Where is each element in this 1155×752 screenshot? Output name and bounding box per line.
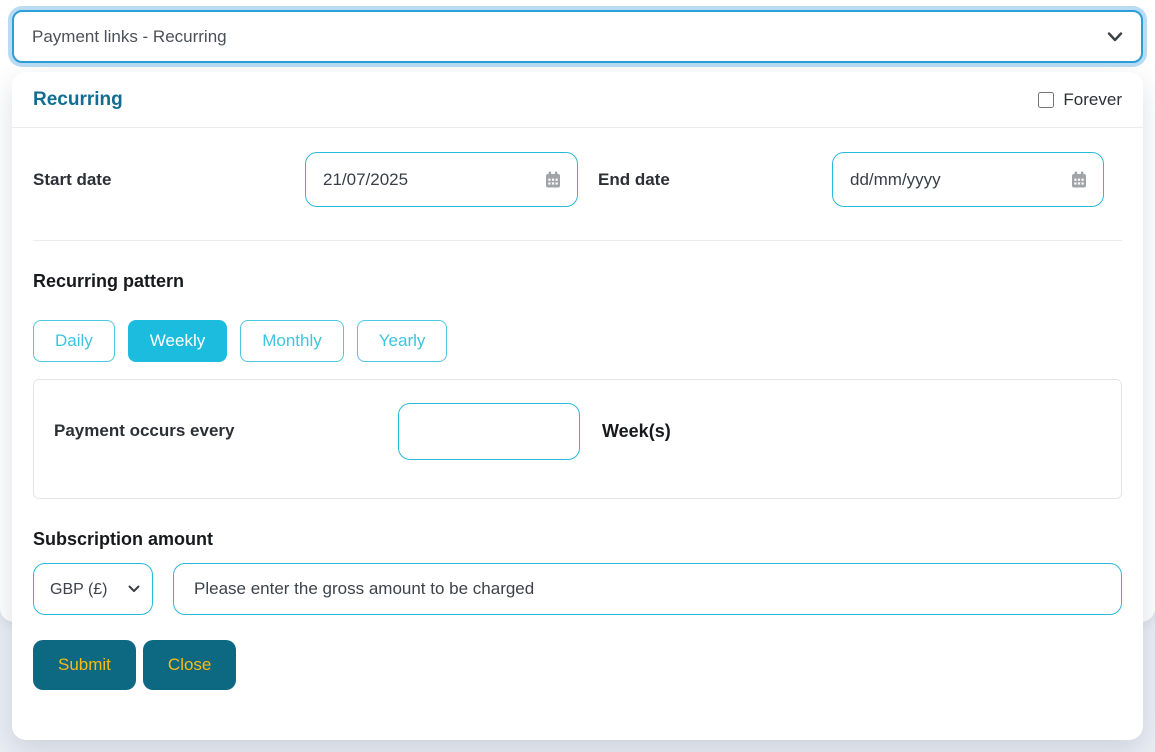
close-button[interactable]: Close <box>143 640 236 690</box>
start-date-label: Start date <box>33 170 305 190</box>
calendar-icon[interactable] <box>1070 171 1088 189</box>
recurring-pattern-heading: Recurring pattern <box>33 271 1122 292</box>
pattern-button-monthly[interactable]: Monthly <box>240 320 344 362</box>
amount-row: GBP (£) <box>33 563 1122 615</box>
dates-row: Start date End date <box>12 128 1143 207</box>
occurrence-label: Payment occurs every <box>54 421 398 441</box>
forever-checkbox[interactable] <box>1038 92 1054 108</box>
subscription-amount-heading: Subscription amount <box>33 529 1122 550</box>
pattern-button-weekly[interactable]: Weekly <box>128 320 227 362</box>
start-date-input[interactable] <box>321 169 544 191</box>
panel-title: Recurring <box>33 89 123 111</box>
payment-type-select[interactable]: Payment links - Recurring <box>12 10 1143 63</box>
pattern-button-daily[interactable]: Daily <box>33 320 115 362</box>
divider <box>33 240 1122 241</box>
recurring-panel: Recurring Forever Start date <box>12 72 1143 740</box>
end-date-input[interactable] <box>848 169 1070 191</box>
currency-combobox: GBP (£) <box>33 563 153 615</box>
pattern-button-group: Daily Weekly Monthly Yearly <box>33 320 1122 362</box>
currency-select[interactable]: GBP (£) <box>33 563 153 615</box>
occurrence-unit-label: Week(s) <box>602 421 671 442</box>
forever-option[interactable]: Forever <box>1038 90 1122 110</box>
occurrence-box: Payment occurs every Week(s) <box>33 379 1122 499</box>
end-date-field <box>832 152 1104 207</box>
panel-header: Recurring Forever <box>12 72 1143 128</box>
pattern-button-yearly[interactable]: Yearly <box>357 320 448 362</box>
end-date-label: End date <box>578 170 832 190</box>
payment-type-combobox: Payment links - Recurring <box>12 10 1143 63</box>
action-buttons: Submit Close <box>33 640 1122 690</box>
occurrence-interval-input[interactable] <box>398 403 580 460</box>
start-date-field <box>305 152 578 207</box>
calendar-icon[interactable] <box>544 171 562 189</box>
forever-label: Forever <box>1063 90 1122 110</box>
submit-button[interactable]: Submit <box>33 640 136 690</box>
gross-amount-input[interactable] <box>173 563 1122 615</box>
